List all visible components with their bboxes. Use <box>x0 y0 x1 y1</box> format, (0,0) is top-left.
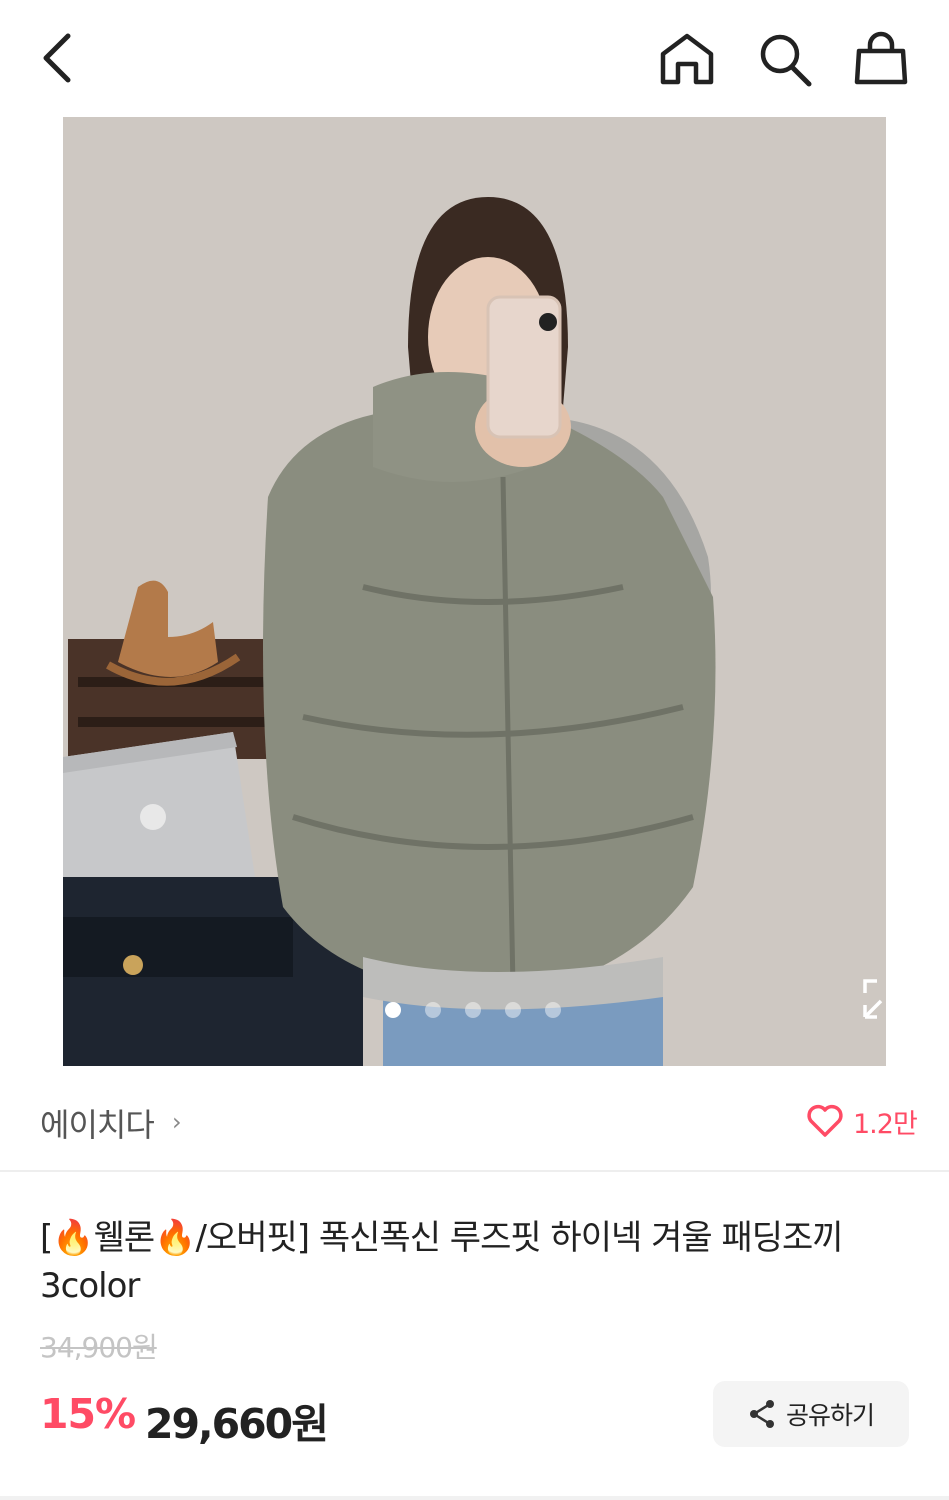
shopping-bag-icon[interactable] <box>850 30 912 90</box>
pagination-dot-4[interactable] <box>505 1002 521 1018</box>
sale-price: 29,660원 <box>145 1400 329 1448</box>
product-photo <box>63 117 886 1066</box>
search-icon[interactable] <box>755 30 815 90</box>
bottom-divider <box>0 1496 949 1500</box>
discount-rate: 15% <box>40 1390 136 1438</box>
original-price: 34,900원 <box>40 1331 158 1364</box>
home-icon[interactable] <box>655 30 719 90</box>
seller-row: 에이치다 › 1.2만 <box>0 1090 949 1152</box>
product-title: [🔥웰론🔥/오버핏] 폭신폭신 루즈핏 하이넥 겨울 패딩조끼 3color <box>40 1218 844 1306</box>
pagination-dot-1[interactable] <box>385 1002 401 1018</box>
pagination-dot-5[interactable] <box>545 1002 561 1018</box>
share-icon <box>749 1400 774 1428</box>
pagination-dot-3[interactable] <box>465 1002 481 1018</box>
chevron-left-icon[interactable] <box>30 28 90 88</box>
like-button[interactable]: 1.2만 <box>805 1096 925 1146</box>
share-label: 공유하기 <box>785 1401 875 1430</box>
seller-name-link[interactable]: 에이치다 <box>40 1100 155 1146</box>
section-divider <box>0 1170 949 1172</box>
top-navigation-bar <box>0 0 949 117</box>
gallery-pagination <box>385 1002 561 1018</box>
share-button[interactable]: 공유하기 <box>713 1381 909 1447</box>
chevron-right-icon[interactable]: › <box>172 1108 182 1136</box>
like-count: 1.2만 <box>853 1108 918 1140</box>
heart-outline-icon <box>807 1104 843 1137</box>
pagination-dot-2[interactable] <box>425 1002 441 1018</box>
expand-icon[interactable] <box>861 977 886 1019</box>
product-image-gallery[interactable] <box>63 117 886 1066</box>
